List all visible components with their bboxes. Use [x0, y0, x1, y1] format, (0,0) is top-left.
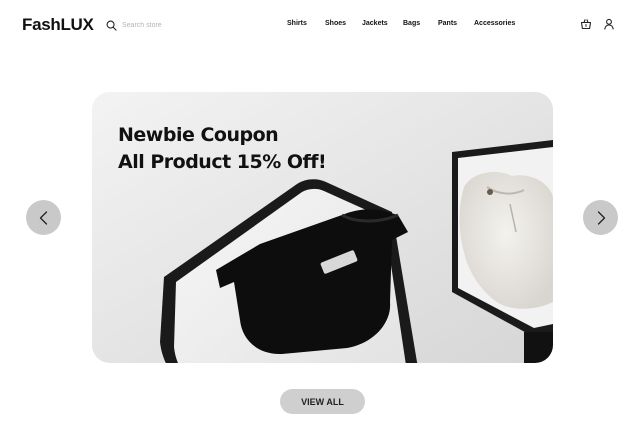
user-icon[interactable]: [603, 18, 615, 30]
hero-headline: Newbie Coupon All Product 15% Off!: [118, 122, 327, 176]
chevron-right-icon: [597, 210, 605, 225]
chevron-left-icon: [39, 210, 47, 225]
hero-banner[interactable]: Newbie Coupon All Product 15% Off!: [92, 92, 553, 363]
hero-title-line1: Newbie Coupon: [118, 124, 279, 146]
nav-item-pants[interactable]: Pants: [438, 20, 457, 27]
nav-item-accessories[interactable]: Accessories: [474, 20, 515, 27]
carousel-prev-button[interactable]: [26, 200, 61, 235]
header: FashLUX Shirts Shoes Jackets Bags Pants …: [0, 0, 640, 50]
view-all-button[interactable]: VIEW ALL: [280, 389, 365, 414]
carousel-next-button[interactable]: [583, 200, 618, 235]
main-nav: Shirts Shoes Jackets Bags Pants Accessor…: [0, 20, 640, 32]
hero-title-line2: All Product 15% Off!: [118, 151, 327, 173]
nav-item-bags[interactable]: Bags: [403, 20, 420, 27]
nav-item-shirts[interactable]: Shirts: [287, 20, 307, 27]
basket-icon[interactable]: [580, 18, 592, 30]
nav-item-jackets[interactable]: Jackets: [362, 20, 388, 27]
nav-item-shoes[interactable]: Shoes: [325, 20, 346, 27]
